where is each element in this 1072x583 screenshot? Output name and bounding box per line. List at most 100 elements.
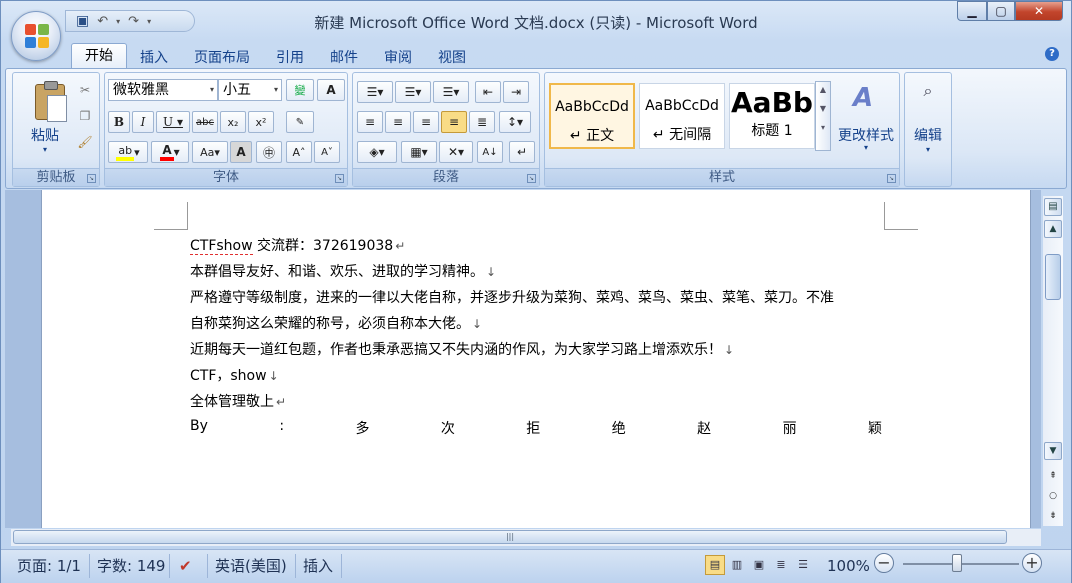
font-name-select[interactable]: 微软雅黑 ▾ [108, 79, 218, 101]
line-spacing-button[interactable]: ↕▾ [499, 111, 531, 133]
styles-launcher-icon[interactable]: ↘ [887, 174, 896, 183]
print-layout-view-icon[interactable]: ▤ [705, 555, 725, 575]
font-color-button[interactable]: A ▾ [151, 141, 189, 163]
tab-review[interactable]: 审阅 [371, 47, 425, 69]
borders-button[interactable]: ▦▾ [401, 141, 437, 163]
sort-icon[interactable]: A↓ [477, 141, 503, 163]
styles-down-icon[interactable]: ▼ [816, 104, 830, 113]
maximize-button[interactable]: ▢ [987, 1, 1015, 21]
multilevel-list-button[interactable]: ☰▾ [433, 81, 469, 103]
grow-font-icon[interactable]: A˄ [286, 141, 312, 163]
underline-button[interactable]: U ▾ [156, 111, 190, 133]
highlight-color-button[interactable]: ab ▾ [108, 141, 148, 163]
bold-button[interactable]: B [108, 111, 130, 133]
change-styles-button[interactable]: A 更改样式 ▾ [835, 79, 897, 165]
tab-references[interactable]: 引用 [263, 47, 317, 69]
zoom-slider-thumb[interactable] [952, 554, 962, 572]
style-no-spacing[interactable]: AaBbCcDd ↵ 无间隔 [639, 83, 725, 149]
increase-indent-icon[interactable]: ⇥ [503, 81, 529, 103]
proofing-icon[interactable]: ✔ [179, 556, 192, 576]
next-page-icon[interactable]: ⇟ [1045, 506, 1061, 526]
browse-buttons: ⇞ ○ ⇟ [1045, 466, 1061, 526]
highlighter-icon: ab [116, 144, 135, 161]
zoom-out-button[interactable]: − [874, 553, 894, 573]
numbering-button[interactable]: ☰▾ [395, 81, 431, 103]
tab-home[interactable]: 开始 [71, 43, 127, 69]
ribbon: 粘贴 ▾ ✂ ❐ 🖌 剪贴板 ↘ 微软雅黑 ▾ 小五 ▾ 變 A B I U ▾ a… [5, 68, 1067, 189]
language-status[interactable]: 英语(美国) [215, 556, 287, 576]
enclose-char-icon[interactable]: ㊥ [256, 141, 282, 163]
select-browse-object-icon[interactable]: ○ [1045, 486, 1061, 506]
font-size-select[interactable]: 小五 ▾ [218, 79, 282, 101]
phonetic-guide-icon[interactable]: 變 [286, 79, 314, 101]
cut-icon[interactable]: ✂ [75, 79, 95, 101]
paste-button[interactable]: 粘贴 ▾ [15, 75, 73, 165]
help-icon[interactable]: ? [1045, 47, 1059, 61]
scroll-up-button[interactable]: ▲ [1044, 220, 1062, 238]
distributed-icon[interactable]: ≣ [469, 111, 495, 133]
styles-gallery-scroll[interactable]: ▲ ▼ ▾ [815, 81, 831, 151]
insert-mode-status[interactable]: 插入 [303, 556, 333, 576]
title-bar: ▣ ↶ ▾ ↷ ▾ 新建 Microsoft Office Word 文档.do… [1, 1, 1071, 61]
style-heading1[interactable]: AaBb 标题 1 [729, 83, 815, 149]
justify-icon[interactable]: ≡ [441, 111, 467, 133]
shrink-font-icon[interactable]: A˅ [314, 141, 340, 163]
close-button[interactable]: ✕ [1015, 1, 1063, 21]
change-case-button[interactable]: Aa▾ [192, 141, 228, 163]
tab-mailings[interactable]: 邮件 [317, 47, 371, 69]
web-layout-icon[interactable]: ▣ [749, 555, 769, 575]
copy-icon[interactable]: ❐ [75, 105, 95, 127]
show-marks-icon[interactable]: ↵ [509, 141, 535, 163]
chinese-layout-button[interactable]: ✕▾ [439, 141, 473, 163]
editing-button[interactable]: ⌕ 编辑 ▾ [905, 75, 951, 185]
align-center-icon[interactable]: ≡ [385, 111, 411, 133]
style-normal-sample: AaBbCcDd [555, 99, 629, 115]
previous-page-icon[interactable]: ⇞ [1045, 466, 1061, 486]
editing-dropdown-icon: ▾ [925, 145, 930, 154]
strikethrough-button[interactable]: abc [192, 111, 218, 133]
paragraph-launcher-icon[interactable]: ↘ [527, 174, 536, 183]
subscript-button[interactable]: x₂ [220, 111, 246, 133]
format-painter-icon[interactable]: 🖌 [75, 131, 95, 153]
tab-page-layout[interactable]: 页面布局 [181, 47, 263, 69]
full-screen-reading-icon[interactable]: ▥ [727, 555, 747, 575]
align-left-icon[interactable]: ≡ [357, 111, 383, 133]
clipboard-launcher-icon[interactable]: ↘ [87, 174, 96, 183]
office-button[interactable] [11, 11, 61, 61]
clear-formatting-icon[interactable]: ✎ [286, 111, 314, 133]
style-no-spacing-sample: AaBbCcDd [645, 98, 719, 114]
doc-line-3: 严格遵守等级制度，进来的一律以大佬自称，并逐步升级为菜狗、菜鸡、菜鸟、菜虫、菜笔… [190, 290, 834, 306]
word-count[interactable]: 字数: 149 [97, 556, 165, 576]
superscript-button[interactable]: x² [248, 111, 274, 133]
horizontal-scrollbar[interactable]: ||| [11, 529, 1041, 546]
document-area[interactable]: CTFshow 交流群：372619038 ↵ 本群倡导友好、和谐、欢乐、进取的学… [5, 190, 1041, 528]
zoom-level[interactable]: 100% [827, 556, 870, 576]
editing-group: ⌕ 编辑 ▾ [904, 72, 952, 187]
bullets-button[interactable]: ☰▾ [357, 81, 393, 103]
tab-view[interactable]: 视图 [425, 47, 479, 69]
styles-up-icon[interactable]: ▲ [816, 85, 830, 94]
document-page[interactable]: CTFshow 交流群：372619038 ↵ 本群倡导友好、和谐、欢乐、进取的学… [41, 190, 1031, 528]
page-count[interactable]: 页面: 1/1 [17, 556, 81, 576]
vertical-scroll-thumb[interactable] [1045, 254, 1061, 300]
font-launcher-icon[interactable]: ↘ [335, 174, 344, 183]
draft-view-icon[interactable]: ☰ [793, 555, 813, 575]
align-right-icon[interactable]: ≡ [413, 111, 439, 133]
vertical-scrollbar[interactable]: ▤ ▲ ▼ ⇞ ○ ⇟ [1043, 196, 1063, 526]
decrease-indent-icon[interactable]: ⇤ [475, 81, 501, 103]
horizontal-scroll-thumb[interactable]: ||| [13, 530, 1007, 544]
char-shading-icon[interactable]: A [230, 141, 252, 163]
zoom-in-button[interactable]: + [1022, 553, 1042, 573]
shading-button[interactable]: ◈▾ [357, 141, 397, 163]
char-border-icon[interactable]: A [317, 79, 345, 101]
doc-byline: By : 多 次 拒 绝 赵 丽 颖 [190, 418, 882, 437]
minimize-button[interactable]: ▁ [957, 1, 987, 21]
italic-button[interactable]: I [132, 111, 154, 133]
scroll-down-button[interactable]: ▼ [1044, 442, 1062, 460]
tab-insert[interactable]: 插入 [127, 47, 181, 69]
outline-view-icon[interactable]: ≣ [771, 555, 791, 575]
styles-more-icon[interactable]: ▾ [816, 123, 830, 132]
style-normal[interactable]: AaBbCcDd ↵ 正文 [549, 83, 635, 149]
window-controls: ▁ ▢ ✕ [957, 1, 1063, 21]
ruler-toggle-icon[interactable]: ▤ [1044, 198, 1062, 216]
